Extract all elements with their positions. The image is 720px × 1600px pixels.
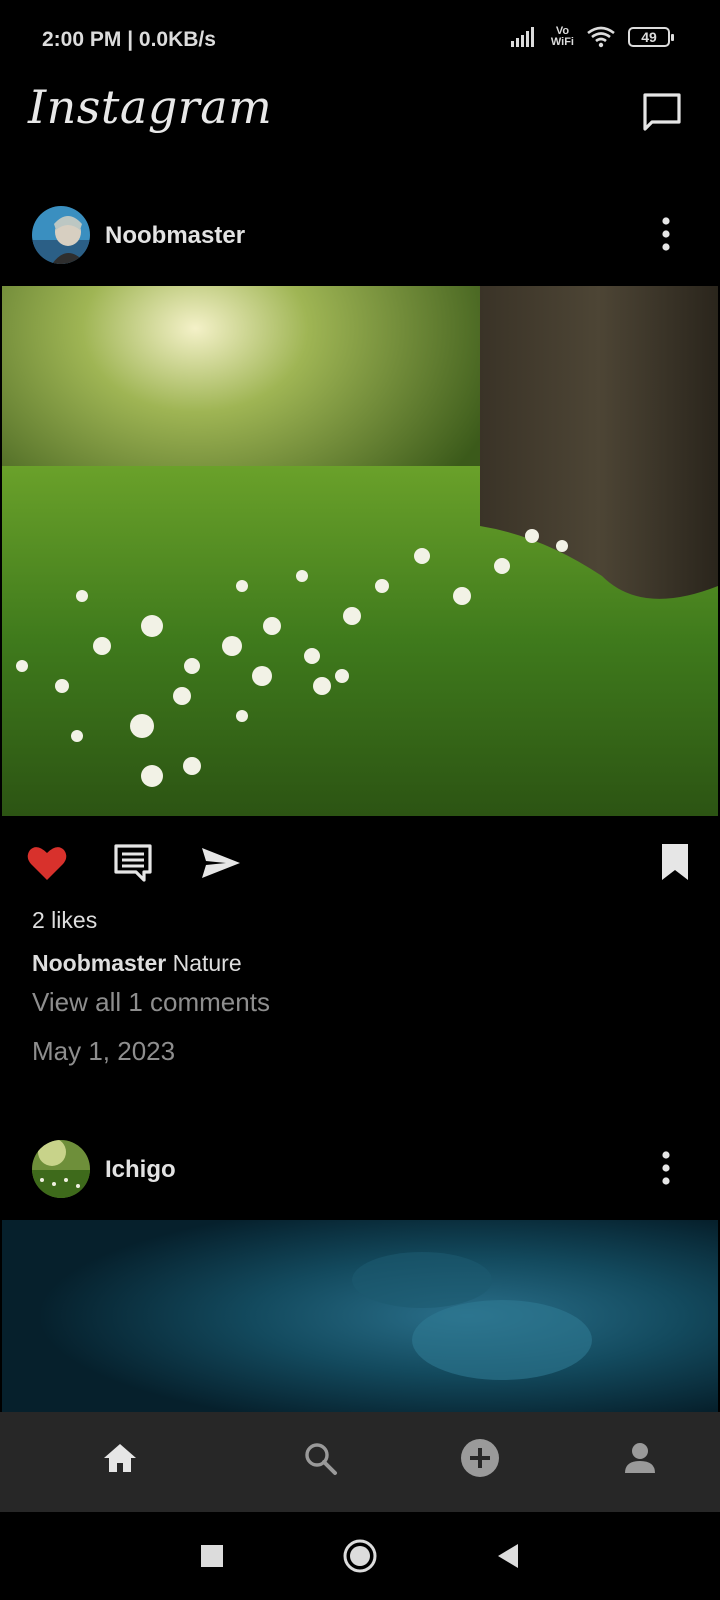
comment-icon	[114, 844, 152, 882]
nav-add-post[interactable]	[450, 1428, 510, 1488]
post-actions	[0, 838, 720, 898]
view-comments-link[interactable]: View all 1 comments	[32, 987, 270, 1018]
square-icon	[201, 1545, 223, 1567]
post-username[interactable]: Noobmaster	[105, 222, 245, 250]
add-post-icon	[461, 1439, 499, 1477]
avatar[interactable]	[32, 1140, 90, 1198]
more-vertical-icon	[662, 217, 670, 251]
status-time: 2:00 PM | 0.0KB/s	[42, 28, 216, 51]
more-options-button[interactable]	[654, 214, 678, 254]
save-button[interactable]	[650, 838, 700, 888]
more-options-button[interactable]	[654, 1148, 678, 1188]
direct-message-button[interactable]	[640, 90, 684, 134]
message-icon	[643, 93, 681, 131]
avatar[interactable]	[32, 206, 90, 264]
post-header: Ichigo	[0, 1140, 720, 1220]
back-button[interactable]	[486, 1534, 530, 1578]
nav-profile[interactable]	[610, 1428, 670, 1488]
battery-indicator: 49	[628, 27, 674, 47]
system-nav-bar	[0, 1512, 720, 1600]
send-icon	[202, 848, 240, 878]
caption-username[interactable]: Noobmaster	[32, 950, 166, 976]
nav-search[interactable]	[290, 1428, 350, 1488]
recents-button[interactable]	[190, 1534, 234, 1578]
post-image[interactable]	[2, 286, 718, 816]
post-header: Noobmaster	[0, 206, 720, 286]
instagram-logo: Instagram	[28, 80, 273, 134]
home-icon	[104, 1444, 136, 1472]
share-button[interactable]	[196, 838, 246, 888]
wifi-icon	[587, 26, 615, 48]
likes-count[interactable]: 2 likes	[32, 907, 97, 934]
vowifi-indicator: Vo WiFi	[550, 25, 574, 48]
post-caption: Noobmaster Nature	[32, 950, 242, 977]
status-icons: Vo WiFi 49	[510, 25, 674, 48]
post-date: May 1, 2023	[32, 1036, 176, 1066]
home-system-button[interactable]	[338, 1534, 382, 1578]
heart-icon	[27, 847, 67, 880]
app-header: Instagram	[0, 80, 720, 170]
search-icon	[305, 1443, 337, 1475]
like-button[interactable]	[22, 838, 72, 888]
post-username[interactable]: Ichigo	[105, 1156, 176, 1184]
comment-button[interactable]	[108, 838, 158, 888]
status-bar: 2:00 PM | 0.0KB/s Vo WiFi 49	[0, 0, 720, 80]
circle-icon	[343, 1539, 377, 1573]
nav-home[interactable]	[90, 1428, 150, 1488]
bottom-nav	[0, 1412, 720, 1512]
bookmark-icon	[662, 844, 688, 880]
more-vertical-icon	[662, 1151, 670, 1185]
post-image[interactable]	[2, 1220, 718, 1412]
caption-text: Nature	[172, 950, 242, 976]
signal-icon	[510, 27, 534, 47]
back-triangle-icon	[498, 1544, 518, 1568]
profile-icon	[625, 1443, 655, 1473]
